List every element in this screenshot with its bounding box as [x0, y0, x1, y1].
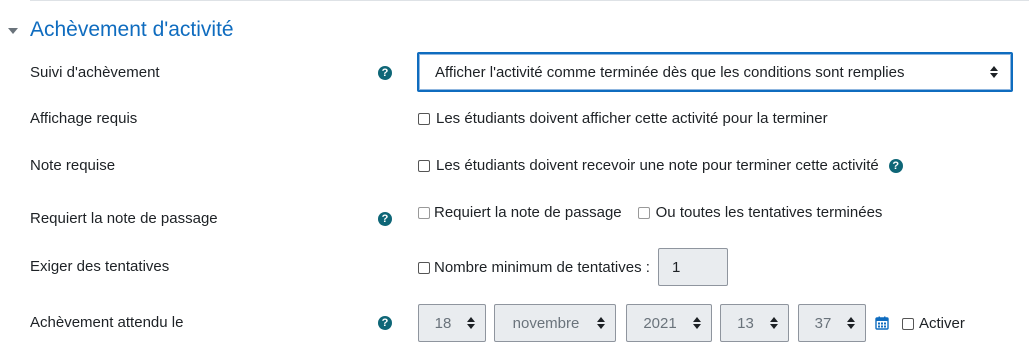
grade-required-label: Note requise	[30, 157, 116, 174]
attempts-row: Nombre minimum de tentatives :	[418, 259, 650, 276]
caret-down-icon[interactable]	[8, 28, 18, 34]
minute-select[interactable]: 37	[798, 304, 866, 342]
select-arrows-icon	[770, 317, 778, 329]
month-select[interactable]: novembre	[494, 304, 616, 342]
attempts-checkbox[interactable]	[418, 261, 430, 274]
grade-required-checkbox[interactable]	[418, 159, 430, 172]
grade-required-row: Les étudiants doivent recevoir une note …	[418, 157, 903, 174]
section-header-completion[interactable]: Achèvement d'activité	[8, 16, 234, 44]
attempts-label: Exiger des tentatives	[30, 258, 170, 275]
pass-grade-checkbox-label[interactable]: Requiert la note de passage	[434, 204, 622, 221]
all-attempts-checkbox[interactable]	[637, 206, 650, 219]
attempts-checkbox-label[interactable]: Nombre minimum de tentatives :	[434, 259, 650, 276]
pass-grade-label: Requiert la note de passage	[30, 210, 218, 227]
min-attempts-input[interactable]: 1	[658, 248, 728, 286]
select-arrows-icon	[597, 317, 605, 329]
enable-date-label[interactable]: Activer	[919, 315, 965, 332]
enable-date-row: Activer	[902, 315, 965, 332]
enable-date-checkbox[interactable]	[902, 317, 914, 330]
question-circle-icon[interactable]: ?	[378, 316, 392, 330]
pass-grade-row: Requiert la note de passage Ou toutes le…	[418, 204, 882, 221]
day-value: 18	[434, 314, 452, 332]
question-circle-icon[interactable]: ?	[888, 158, 903, 173]
completion-tracking-label: Suivi d'achèvement	[30, 64, 160, 81]
select-arrows-icon	[990, 66, 998, 78]
completion-tracking-value: Afficher l'activité comme terminée dès q…	[435, 63, 905, 81]
view-required-checkbox[interactable]	[418, 112, 430, 125]
month-value: novembre	[512, 314, 580, 332]
view-required-label: Affichage requis	[30, 110, 138, 127]
day-select[interactable]: 18	[418, 304, 486, 342]
grade-required-checkbox-label[interactable]: Les étudiants doivent recevoir une note …	[436, 157, 879, 174]
select-arrows-icon	[467, 317, 475, 329]
all-attempts-checkbox-label[interactable]: Ou toutes les tentatives terminées	[656, 204, 883, 221]
year-select[interactable]: 2021	[626, 304, 712, 342]
question-circle-icon[interactable]: ?	[378, 212, 392, 226]
view-required-row: Les étudiants doivent afficher cette act…	[418, 110, 828, 127]
calendar-icon[interactable]	[875, 316, 889, 330]
minute-value: 37	[814, 314, 832, 332]
section-title[interactable]: Achèvement d'activité	[30, 18, 234, 42]
hour-value: 13	[737, 314, 754, 332]
year-value: 2021	[643, 314, 677, 332]
view-required-checkbox-label[interactable]: Les étudiants doivent afficher cette act…	[436, 110, 828, 127]
select-arrows-icon	[847, 317, 855, 329]
completion-tracking-select[interactable]: Afficher l'activité comme terminée dès q…	[417, 52, 1013, 92]
select-arrows-icon	[693, 317, 701, 329]
pass-grade-checkbox[interactable]	[418, 206, 430, 219]
hour-select[interactable]: 13	[720, 304, 789, 342]
question-circle-icon[interactable]: ?	[378, 66, 392, 80]
expected-completion-label: Achèvement attendu le	[30, 314, 184, 331]
section-divider	[30, 0, 1029, 1]
